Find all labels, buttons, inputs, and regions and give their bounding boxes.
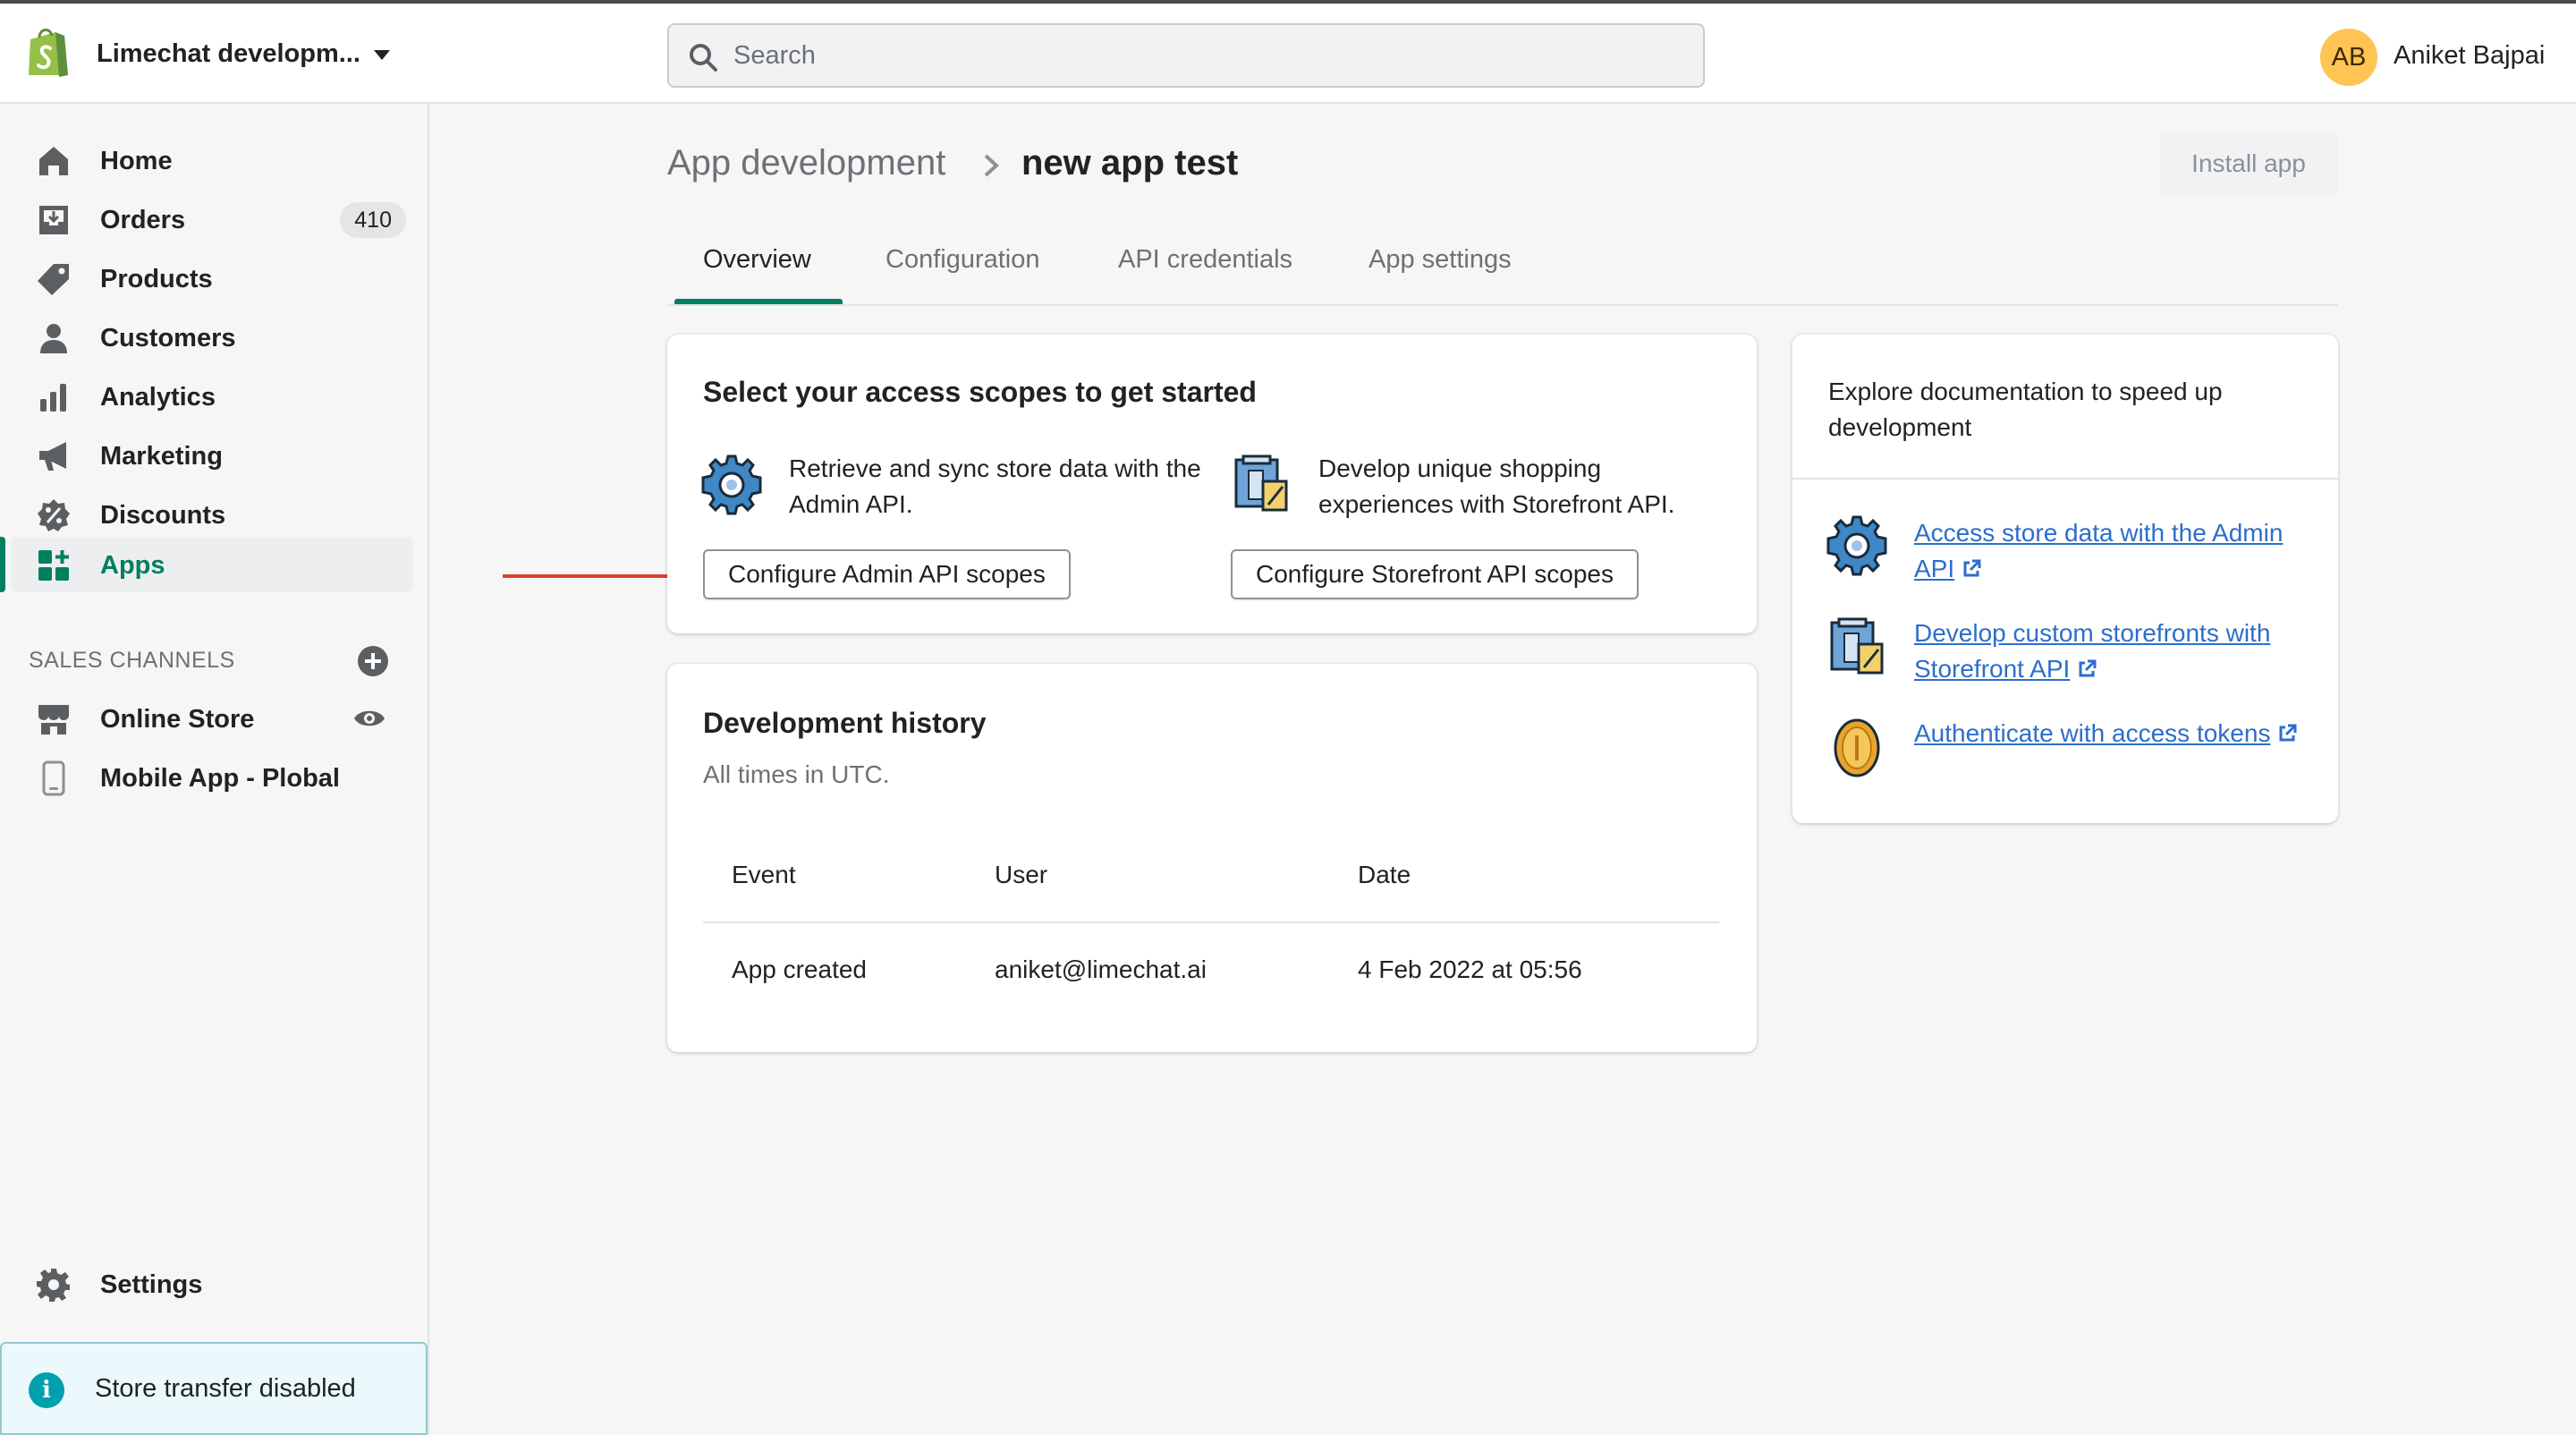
install-app-button[interactable]: Install app bbox=[2159, 132, 2338, 195]
person-icon bbox=[40, 324, 67, 353]
tab-app-settings[interactable]: App settings bbox=[1368, 245, 1512, 275]
chevron-right-icon bbox=[984, 154, 999, 177]
development-history-title: Development history bbox=[703, 707, 987, 739]
search-input[interactable] bbox=[733, 36, 1682, 75]
page-title: new app test bbox=[1021, 143, 1239, 183]
orders-icon bbox=[39, 206, 68, 234]
home-icon bbox=[39, 147, 68, 175]
tab-configuration[interactable]: Configuration bbox=[886, 245, 1040, 275]
admin-api-description: Retrieve and sync store data with the Ad… bbox=[789, 454, 1201, 518]
documentation-heading: Explore documentation to speed up develo… bbox=[1828, 378, 2223, 441]
eye-icon[interactable] bbox=[352, 703, 386, 734]
megaphone-icon bbox=[39, 442, 66, 471]
access-scopes-title: Select your access scopes to get started bbox=[703, 376, 1257, 408]
tag-icon bbox=[38, 264, 69, 295]
sidebar-item-label: Discounts bbox=[100, 501, 226, 530]
column-header-user: User bbox=[995, 861, 1048, 888]
sidebar-item-label: Home bbox=[100, 147, 173, 175]
sidebar-item-marketing[interactable]: Marketing bbox=[11, 428, 413, 483]
active-indicator bbox=[0, 537, 5, 592]
sidebar-item-label: Online Store bbox=[100, 705, 255, 734]
sidebar-item-discounts[interactable]: Discounts bbox=[11, 487, 413, 542]
sidebar-item-orders[interactable]: Orders 410 bbox=[11, 191, 413, 247]
sidebar-item-label: Apps bbox=[100, 551, 165, 580]
table-divider bbox=[703, 921, 1719, 923]
bar-chart-icon bbox=[40, 384, 66, 412]
sidebar-item-label: Marketing bbox=[100, 442, 223, 471]
coin-icon bbox=[1834, 718, 1880, 777]
orders-count-badge: 410 bbox=[340, 202, 406, 238]
user-cell: aniket@limechat.ai bbox=[995, 955, 1207, 983]
sidebar-item-label: Customers bbox=[100, 324, 236, 352]
search-icon bbox=[690, 44, 717, 72]
gear-icon bbox=[1826, 515, 1887, 576]
configure-storefront-api-scopes-button[interactable]: Configure Storefront API scopes bbox=[1231, 549, 1639, 599]
apps-icon bbox=[38, 550, 69, 581]
sidebar-item-home[interactable]: Home bbox=[11, 132, 413, 188]
development-history-card: Development history All times in UTC. Ev… bbox=[667, 664, 1757, 1052]
sidebar-item-mobile-app[interactable]: Mobile App - Plobal bbox=[11, 750, 413, 805]
search-bar[interactable] bbox=[667, 23, 1705, 88]
configure-admin-api-scopes-button[interactable]: Configure Admin API scopes bbox=[703, 549, 1071, 599]
documentation-card: Explore documentation to speed up develo… bbox=[1792, 335, 2338, 823]
column-header-date: Date bbox=[1358, 861, 1411, 888]
link-label: Authenticate with access tokens bbox=[1914, 719, 2271, 747]
event-cell: App created bbox=[732, 955, 867, 983]
info-icon: i bbox=[29, 1372, 64, 1408]
external-link-icon bbox=[2079, 659, 2097, 677]
storefront-api-docs-link[interactable]: Develop custom storefronts with Storefro… bbox=[1914, 616, 2308, 687]
sidebar-item-customers[interactable]: Customers bbox=[11, 310, 413, 365]
external-link-icon bbox=[2279, 724, 2297, 742]
sidebar-item-label: Products bbox=[100, 265, 213, 293]
date-cell: 4 Feb 2022 at 05:56 bbox=[1358, 955, 1582, 983]
storefront-icon bbox=[1234, 454, 1288, 512]
chevron-down-icon[interactable] bbox=[374, 50, 390, 60]
sidebar: Home Orders 410 Products Customers Analy… bbox=[0, 104, 429, 1435]
top-bar: Limechat developm... AB Aniket Bajpai bbox=[0, 0, 2576, 104]
store-transfer-label: Store transfer disabled bbox=[95, 1374, 356, 1403]
breadcrumb-app-development[interactable]: App development bbox=[667, 143, 945, 183]
mobile-icon bbox=[42, 760, 65, 796]
admin-api-docs-link[interactable]: Access store data with the Admin API bbox=[1914, 515, 2308, 587]
sidebar-item-label: Mobile App - Plobal bbox=[100, 764, 340, 793]
tab-bar: Overview Configuration API credentials A… bbox=[667, 229, 2338, 306]
sidebar-item-apps[interactable]: Apps bbox=[0, 537, 413, 592]
shopify-logo-icon[interactable] bbox=[25, 27, 72, 79]
sidebar-item-label: Analytics bbox=[100, 383, 216, 412]
sidebar-item-label: Orders bbox=[100, 206, 186, 234]
tab-overview[interactable]: Overview bbox=[703, 245, 811, 275]
storefront-api-description: Develop unique shopping experiences with… bbox=[1318, 454, 1675, 518]
sidebar-item-online-store[interactable]: Online Store bbox=[11, 691, 413, 746]
access-tokens-docs-link[interactable]: Authenticate with access tokens bbox=[1914, 716, 2308, 751]
sidebar-item-products[interactable]: Products bbox=[11, 250, 413, 306]
user-name[interactable]: Aniket Bajpai bbox=[2394, 41, 2545, 71]
sidebar-item-label: Settings bbox=[100, 1270, 203, 1299]
external-link-icon bbox=[1963, 559, 1981, 577]
discount-icon bbox=[38, 499, 70, 531]
sidebar-item-analytics[interactable]: Analytics bbox=[11, 369, 413, 424]
sidebar-item-settings[interactable]: Settings bbox=[11, 1256, 413, 1312]
gear-icon bbox=[37, 1269, 70, 1302]
access-scopes-card: Select your access scopes to get started… bbox=[667, 335, 1757, 633]
active-tab-underline bbox=[674, 299, 843, 304]
tab-api-credentials[interactable]: API credentials bbox=[1118, 245, 1292, 275]
timezone-note: All times in UTC. bbox=[703, 760, 890, 788]
storefront-icon bbox=[1830, 617, 1884, 675]
sales-channels-title: SALES CHANNELS bbox=[29, 648, 235, 673]
card-divider bbox=[1792, 478, 2338, 480]
annotation-arrow-icon bbox=[503, 565, 692, 587]
add-sales-channel-icon[interactable] bbox=[356, 644, 390, 678]
store-name[interactable]: Limechat developm... bbox=[97, 39, 360, 69]
store-transfer-banner: i Store transfer disabled bbox=[0, 1342, 428, 1435]
column-header-event: Event bbox=[732, 861, 796, 888]
gear-icon bbox=[701, 454, 762, 515]
store-icon bbox=[38, 705, 69, 734]
avatar[interactable]: AB bbox=[2320, 29, 2377, 86]
